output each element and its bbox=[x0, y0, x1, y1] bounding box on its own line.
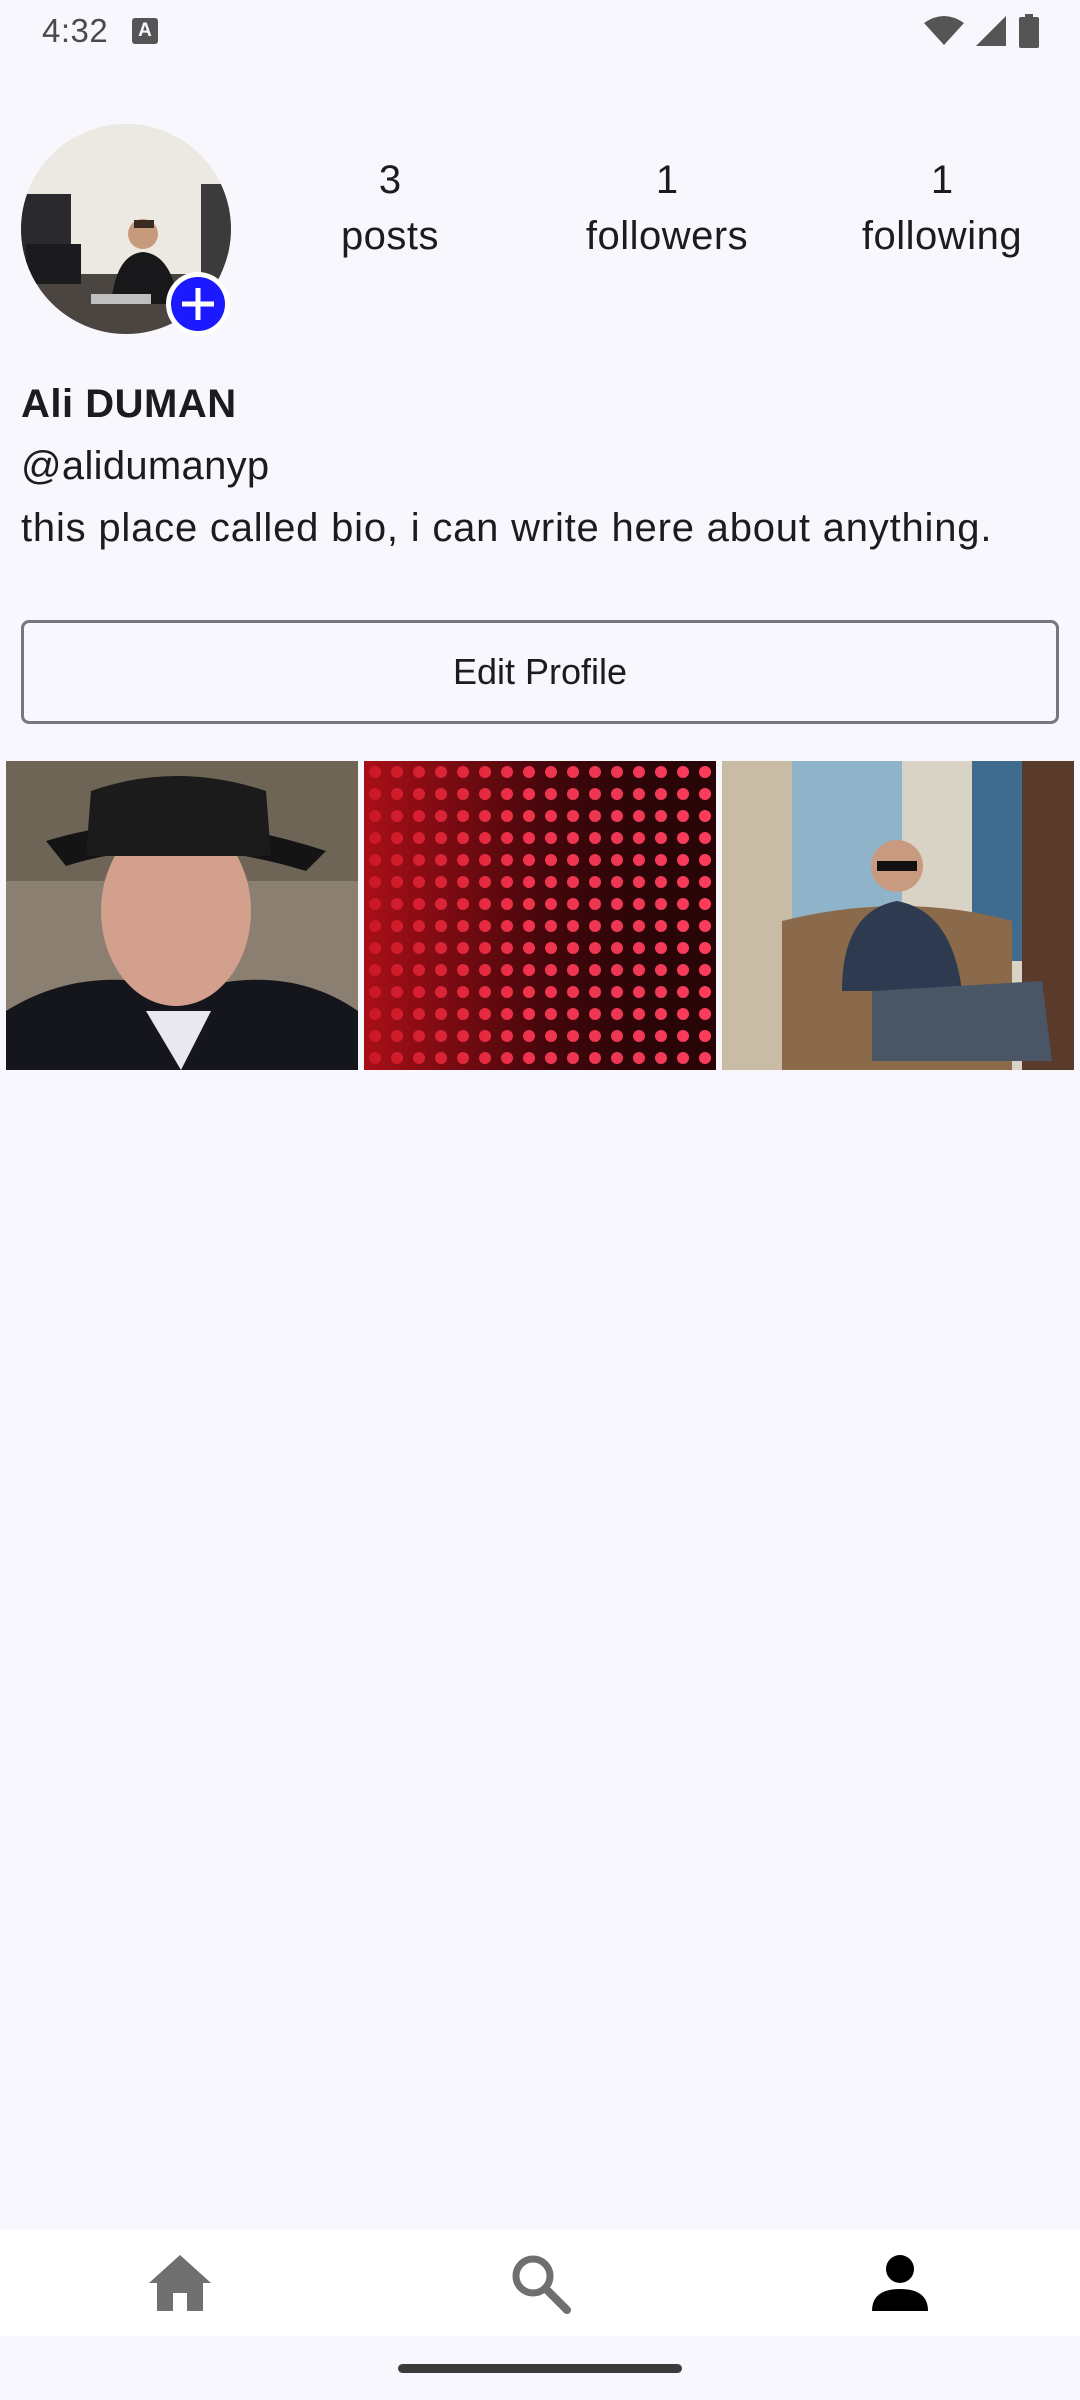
home-icon bbox=[149, 2255, 211, 2311]
edit-profile-button[interactable]: Edit Profile bbox=[21, 620, 1059, 724]
status-time: 4:32 bbox=[42, 12, 109, 49]
status-bar: 4:32 A bbox=[0, 0, 1080, 62]
profile-header: 3 posts 1 followers 1 following bbox=[0, 124, 1080, 344]
posts-grid bbox=[6, 761, 1074, 1070]
nav-profile[interactable] bbox=[800, 2230, 1000, 2336]
post-thumbnail[interactable] bbox=[6, 761, 358, 1070]
bottom-navigation bbox=[0, 2230, 1080, 2336]
plus-icon bbox=[171, 277, 225, 331]
followers-label: followers bbox=[585, 214, 749, 258]
add-story-button[interactable] bbox=[166, 272, 230, 336]
notification-a-icon: A bbox=[132, 18, 158, 44]
person-icon bbox=[872, 2255, 928, 2311]
wifi-icon bbox=[924, 16, 964, 45]
following-label: following bbox=[861, 214, 1023, 258]
post-image-red-lights bbox=[364, 761, 716, 1070]
followers-count: 1 bbox=[655, 158, 679, 202]
gesture-navigation-bar[interactable] bbox=[398, 2364, 682, 2373]
search-icon bbox=[512, 2255, 571, 2314]
posts-count: 3 bbox=[378, 158, 402, 202]
stat-following[interactable]: 1 following bbox=[832, 152, 1052, 264]
post-image-man-in-hat bbox=[6, 761, 358, 1070]
following-count: 1 bbox=[930, 158, 954, 202]
post-image-man-in-chair bbox=[722, 761, 1074, 1070]
nav-home[interactable] bbox=[80, 2230, 280, 2336]
profile-name: Ali DUMAN bbox=[21, 382, 237, 426]
post-thumbnail[interactable] bbox=[364, 761, 716, 1070]
profile-bio: this place called bio, i can write here … bbox=[21, 506, 993, 550]
battery-icon bbox=[1019, 14, 1039, 48]
status-icons bbox=[924, 14, 1040, 48]
nav-search[interactable] bbox=[440, 2230, 640, 2336]
stat-posts[interactable]: 3 posts bbox=[280, 152, 500, 264]
stat-followers[interactable]: 1 followers bbox=[557, 152, 777, 264]
posts-label: posts bbox=[340, 214, 440, 258]
signal-icon bbox=[976, 16, 1006, 46]
profile-handle: @alidumanyp bbox=[21, 444, 270, 488]
post-thumbnail[interactable] bbox=[722, 761, 1074, 1070]
